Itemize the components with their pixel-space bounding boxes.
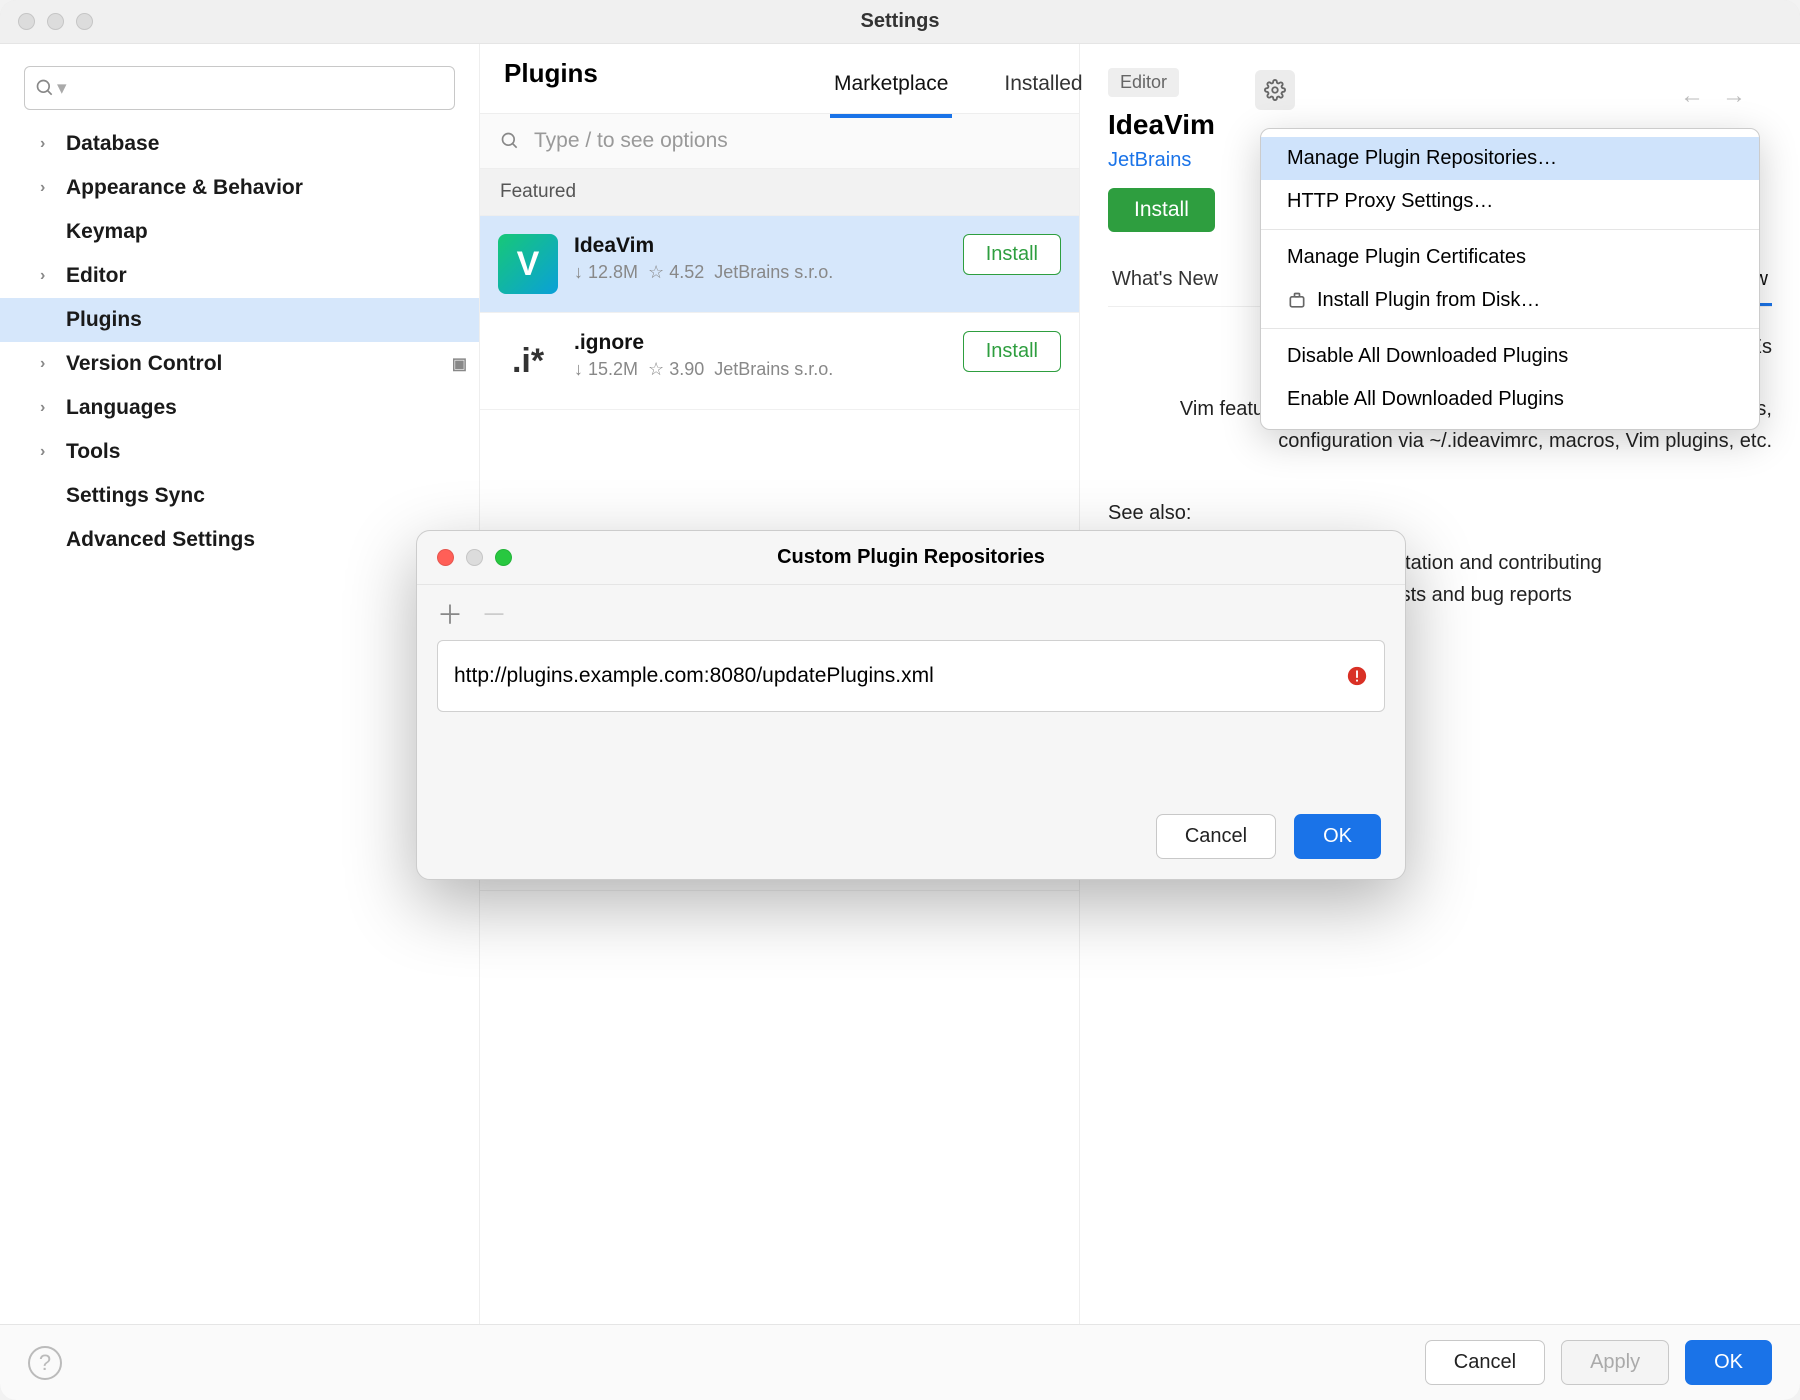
plugin-row-ignore[interactable]: .i* .ignore ↓ 15.2M ☆ 3.90 JetBrains s.r… (480, 313, 1079, 410)
plugin-search[interactable]: Type / to see options (480, 113, 1079, 169)
search-icon (500, 131, 520, 151)
breadcrumb[interactable]: Editor (1108, 68, 1179, 97)
cancel-button[interactable]: Cancel (1425, 1340, 1545, 1385)
dialog-cancel-button[interactable]: Cancel (1156, 814, 1276, 859)
plugin-icon: .i* (498, 331, 558, 391)
plugin-icon: V (498, 234, 558, 294)
search-placeholder: Type / to see options (534, 129, 728, 153)
nav-arrows: ← → (1680, 82, 1746, 110)
gear-icon (1264, 79, 1286, 101)
install-button[interactable]: Install (963, 331, 1061, 372)
help-button[interactable]: ? (28, 1346, 62, 1380)
menu-manage-certs[interactable]: Manage Plugin Certificates (1261, 236, 1759, 279)
sidebar-item-advanced[interactable]: Advanced Settings (24, 518, 479, 562)
settings-tree: ›Database ›Appearance & Behavior Keymap … (0, 122, 479, 562)
sidebar-item-settings-sync[interactable]: Settings Sync (24, 474, 479, 518)
sidebar-item-keymap[interactable]: Keymap (24, 210, 479, 254)
disk-icon (1287, 291, 1307, 311)
menu-manage-repos[interactable]: Manage Plugin Repositories… (1261, 137, 1759, 180)
plugins-title: Plugins (504, 58, 598, 89)
settings-footer: ? Cancel Apply OK (0, 1324, 1800, 1400)
detail-install-button[interactable]: Install (1108, 188, 1215, 232)
sidebar-item-vcs[interactable]: ›Version Control▣ (24, 342, 479, 386)
custom-repo-dialog: Custom Plugin Repositories ＋ － http://pl… (416, 530, 1406, 880)
tab-installed[interactable]: Installed (1000, 56, 1086, 118)
ok-button[interactable]: OK (1685, 1340, 1772, 1385)
menu-http-proxy[interactable]: HTTP Proxy Settings… (1261, 180, 1759, 223)
gear-button[interactable] (1255, 70, 1295, 110)
menu-enable-all[interactable]: Enable All Downloaded Plugins (1261, 378, 1759, 421)
tab-whatsnew[interactable]: What's New (1108, 256, 1222, 306)
window-title: Settings (0, 10, 1800, 33)
gear-menu: Manage Plugin Repositories… HTTP Proxy S… (1260, 128, 1760, 430)
plugin-row-ideavim[interactable]: V IdeaVim ↓ 12.8M ☆ 4.52 JetBrains s.r.o… (480, 216, 1079, 313)
url-value: http://plugins.example.com:8080/updatePl… (454, 664, 934, 688)
menu-disable-all[interactable]: Disable All Downloaded Plugins (1261, 335, 1759, 378)
menu-install-from-disk[interactable]: Install Plugin from Disk… (1261, 279, 1759, 322)
tab-marketplace[interactable]: Marketplace (830, 56, 952, 118)
settings-sidebar: ▾ ›Database ›Appearance & Behavior Keyma… (0, 44, 480, 1324)
dialog-ok-button[interactable]: OK (1294, 814, 1381, 859)
error-icon (1346, 665, 1368, 687)
remove-button[interactable]: － (481, 595, 507, 632)
forward-icon[interactable]: → (1722, 82, 1746, 110)
install-button[interactable]: Install (963, 234, 1061, 275)
sidebar-item-database[interactable]: ›Database (24, 122, 479, 166)
section-featured: Featured (480, 169, 1079, 216)
sidebar-item-appearance[interactable]: ›Appearance & Behavior (24, 166, 479, 210)
sidebar-item-plugins[interactable]: Plugins (0, 298, 479, 342)
add-button[interactable]: ＋ (437, 595, 463, 632)
sidebar-search[interactable]: ▾ (24, 66, 455, 110)
modified-icon: ▣ (452, 354, 467, 374)
back-icon[interactable]: ← (1680, 82, 1704, 110)
dialog-title: Custom Plugin Repositories (417, 546, 1405, 569)
apply-button: Apply (1561, 1340, 1669, 1385)
sidebar-item-editor[interactable]: ›Editor (24, 254, 479, 298)
sidebar-item-languages[interactable]: ›Languages (24, 386, 479, 430)
titlebar: Settings (0, 0, 1800, 44)
repo-url-field[interactable]: http://plugins.example.com:8080/updatePl… (437, 640, 1385, 712)
plugin-tabs: Marketplace Installed (830, 56, 1087, 118)
sidebar-item-tools[interactable]: ›Tools (24, 430, 479, 474)
search-icon (35, 78, 55, 98)
